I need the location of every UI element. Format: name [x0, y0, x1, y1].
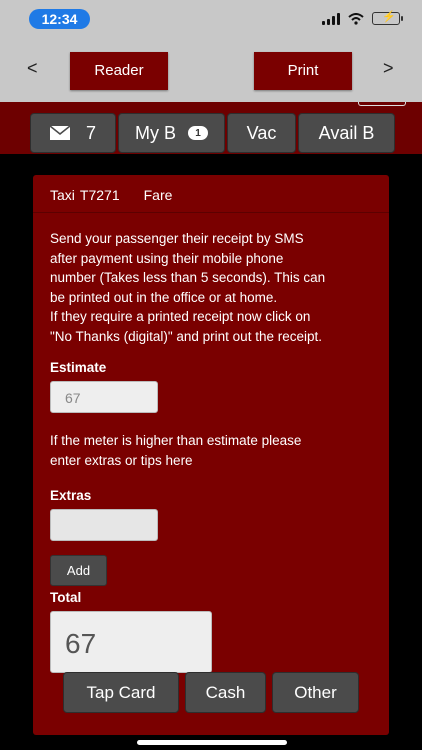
tab-bar: 7 My B 1 Vac Avail B [30, 113, 395, 153]
status-icons: ⚡ [322, 11, 403, 25]
info-line: Send your passenger their receipt by SMS [50, 231, 304, 246]
cash-button[interactable]: Cash [185, 672, 266, 713]
info-line: number (Takes less than 5 seconds). This… [50, 270, 326, 285]
tab-my-bookings[interactable]: My B 1 [118, 113, 225, 153]
print-button[interactable]: Print [254, 52, 352, 90]
battery-charging-icon: ⚡ [372, 11, 403, 25]
panel-header: Taxi T7271 Fare [33, 175, 389, 213]
status-bar: 12:34 ⚡ [0, 0, 422, 40]
back-arrow-button[interactable]: < [27, 58, 38, 79]
receipt-instructions: Send your passenger their receipt by SMS… [50, 229, 372, 346]
total-field[interactable]: 67 [50, 611, 212, 673]
payment-buttons: Tap Card Cash Other [63, 672, 359, 713]
tab-messages[interactable]: 7 [30, 113, 116, 153]
panel-body: Send your passenger their receipt by SMS… [33, 213, 389, 673]
tab-vacant-label: Vac [246, 122, 277, 143]
cellular-signal-icon [322, 12, 340, 25]
taxi-label: Taxi [50, 187, 75, 203]
extras-label: Extras [50, 488, 92, 503]
estimate-label: Estimate [50, 360, 107, 375]
tab-my-bookings-label: My B [134, 122, 176, 143]
info-line: "No Thanks (digital)" and print out the … [50, 328, 322, 344]
info-line: be printed out in the office or at home. [50, 289, 278, 305]
tab-available-bookings-label: Avail B [318, 122, 375, 143]
home-indicator[interactable] [137, 740, 287, 745]
collapsed-tab-edge[interactable] [358, 102, 406, 106]
my-bookings-badge: 1 [188, 126, 208, 140]
estimate-field[interactable]: 67 [50, 381, 158, 413]
tab-available-bookings[interactable]: Avail B [298, 113, 395, 153]
extras-hint: If the meter is higher than estimate ple… [50, 431, 372, 470]
hint-line: enter extras or tips here [50, 452, 193, 468]
total-label: Total [50, 590, 82, 605]
other-payment-button[interactable]: Other [272, 672, 359, 713]
wifi-icon [348, 12, 364, 25]
fare-label: Fare [143, 187, 173, 203]
extras-field[interactable] [50, 509, 158, 541]
reader-button[interactable]: Reader [70, 52, 168, 90]
tab-vacant[interactable]: Vac [227, 113, 296, 153]
navigation-bar: < Reader Print > [0, 40, 422, 102]
message-count: 7 [85, 122, 96, 143]
status-time: 12:34 [29, 9, 90, 29]
hint-line: If the meter is higher than estimate ple… [50, 433, 302, 448]
taxi-id: T7271 [79, 187, 120, 203]
add-extras-button[interactable]: Add [50, 555, 107, 586]
tap-card-button[interactable]: Tap Card [63, 672, 179, 713]
info-line: after payment using their mobile phone [50, 250, 284, 266]
fare-panel: Taxi T7271 Fare Send your passenger thei… [33, 175, 389, 735]
forward-arrow-button[interactable]: > [383, 58, 394, 79]
envelope-icon [49, 126, 70, 140]
info-line: If they require a printed receipt now cl… [50, 309, 311, 324]
